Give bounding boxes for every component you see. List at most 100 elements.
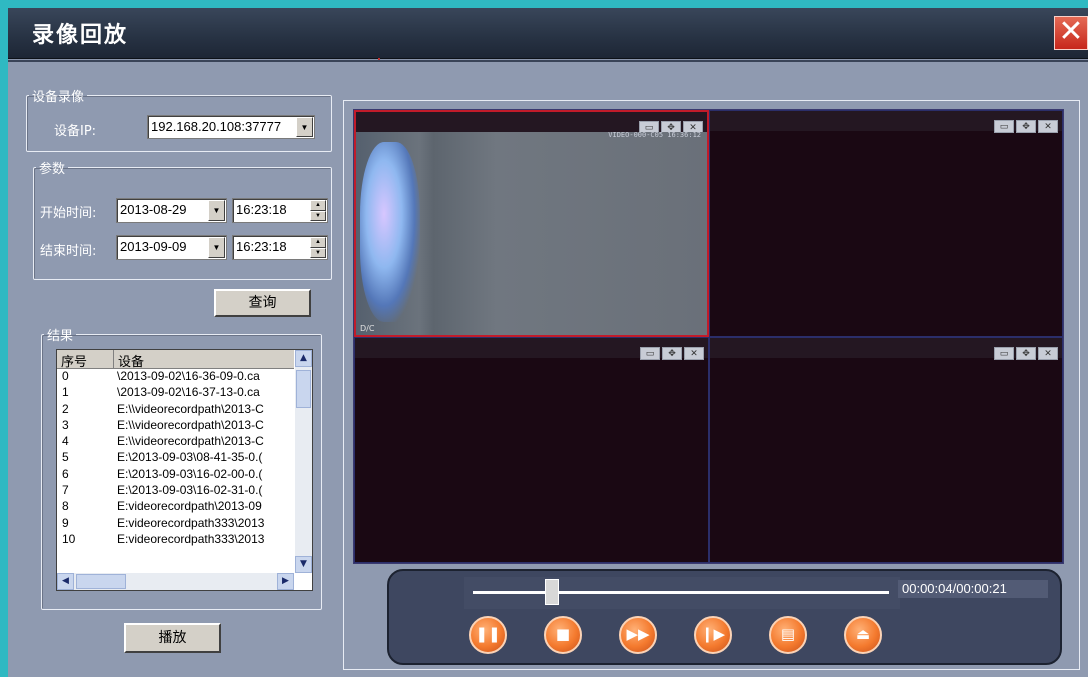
close-icon: ✕ (1058, 14, 1084, 49)
column-header-index[interactable]: 序号 (61, 351, 87, 370)
playback-window: 录像回放 ✕ 设备录像 设备IP: 192.168.20.108:37777 ▼… (8, 8, 1088, 677)
device-group-legend: 设备录像 (32, 90, 85, 105)
row-device: E:videorecordpath333\2013 (117, 515, 265, 530)
column-header-device[interactable]: 设备 (113, 350, 144, 370)
close-button[interactable]: ✕ (1054, 16, 1088, 50)
seek-thumb[interactable] (545, 579, 560, 605)
list-item[interactable]: 1 \2013-09-02\16-37-13-0.ca (57, 385, 294, 401)
device-ip-select[interactable]: 192.168.20.108:37777 ▼ (147, 115, 315, 139)
spin-up-icon[interactable]: ▲ (310, 200, 326, 211)
video-cell-2[interactable]: ▭ ✥ ✕ (709, 110, 1063, 337)
chevron-down-icon[interactable]: ▼ (208, 200, 225, 221)
row-index: 4 (62, 434, 69, 449)
hscroll-thumb[interactable] (76, 574, 126, 589)
list-item[interactable]: 4 E:\\videorecordpath\2013-C (57, 434, 294, 450)
window-title: 录像回放 (32, 23, 129, 48)
list-item[interactable]: 6 E:\2013-09-03\16-02-00-0.( (57, 467, 294, 483)
spin-up-icon[interactable]: ▲ (310, 237, 326, 248)
start-date-picker[interactable]: 2013-08-29 ▼ (116, 198, 227, 223)
row-index: 8 (62, 499, 69, 514)
start-time-spin[interactable]: ▲ ▼ (310, 200, 326, 221)
list-item[interactable]: 8 E:videorecordpath\2013-09 (57, 499, 294, 515)
chevron-down-icon[interactable]: ▼ (296, 117, 313, 137)
scroll-right-icon[interactable]: ▶ (277, 573, 294, 590)
list-item[interactable]: 0 \2013-09-02\16-36-09-0.ca (57, 369, 294, 385)
cell-toolbar: ▭ ✥ ✕ (355, 338, 708, 360)
start-time-value: 16:23:18 (236, 202, 287, 217)
row-index: 2 (62, 401, 69, 416)
video-panel: ▭ ✥ ✕ VIDEO-000-C05 16:36:12 D/C ▭ ✥ ✕ ▭… (343, 100, 1080, 670)
list-item[interactable]: 5 E:\2013-09-03\08-41-35-0.( (57, 450, 294, 466)
results-list[interactable]: 序号 设备 0 \2013-09-02\16-36-09-0.ca 1 \2013-0… (56, 349, 313, 591)
row-device: E:\\videorecordpath\2013-C (117, 434, 264, 449)
row-index: 10 (62, 531, 76, 546)
spin-down-icon[interactable]: ▼ (310, 210, 326, 221)
row-device: E:\2013-09-03\16-02-31-0.( (117, 483, 263, 498)
list-item[interactable]: 2 E:\\videorecordpath\2013-C (57, 402, 294, 418)
pause-icon: ❚❚ (475, 625, 501, 643)
scroll-left-icon[interactable]: ◀ (57, 573, 74, 590)
end-date-picker[interactable]: 2013-09-09 ▼ (116, 235, 227, 260)
record-icon[interactable]: ▭ (994, 120, 1014, 133)
device-ip-value: 192.168.20.108:37777 (151, 119, 282, 134)
start-time-spinner[interactable]: 16:23:18 ▲ ▼ (232, 198, 328, 223)
record-icon[interactable]: ▭ (994, 347, 1014, 360)
row-index: 7 (62, 483, 69, 498)
chevron-down-icon[interactable]: ▼ (208, 237, 225, 258)
row-device: \2013-09-02\16-36-09-0.ca (117, 369, 260, 383)
video-cell-3[interactable]: ▭ ✥ ✕ (354, 337, 709, 563)
scroll-down-icon[interactable]: ▼ (295, 556, 312, 573)
end-time-spin[interactable]: ▲ ▼ (310, 237, 326, 258)
fullscreen-icon[interactable]: ✥ (1016, 347, 1036, 360)
scroll-up-icon[interactable]: ▲ (295, 350, 312, 367)
start-time-label: 开始时间: (40, 206, 97, 221)
row-index: 9 (62, 515, 69, 530)
spin-down-icon[interactable]: ▼ (310, 247, 326, 258)
stop-icon: ■ (555, 625, 571, 643)
fullscreen-icon[interactable]: ✥ (662, 347, 682, 360)
record-icon[interactable]: ▭ (640, 347, 660, 360)
title-bar: 录像回放 ✕ (8, 8, 1088, 59)
stop-button[interactable]: ■ (544, 616, 582, 654)
horizontal-scrollbar[interactable]: ◀ ▶ (57, 573, 294, 590)
close-icon[interactable]: ✕ (1038, 120, 1058, 133)
row-device: E:\2013-09-03\16-02-00-0.( (117, 466, 263, 481)
fast-forward-icon: ▶▶ (626, 625, 650, 643)
player-controls: 00:00:04/00:00:21 ❚❚ ■ ▶▶ ❙▶ ▤ ⏏ (387, 569, 1062, 665)
list-item[interactable]: 7 E:\2013-09-03\16-02-31-0.( (57, 483, 294, 499)
row-device: E:videorecordpath333\2013 (117, 531, 265, 546)
step-forward-icon: ❙▶ (700, 625, 726, 643)
cell-toolbar: ▭ ✥ ✕ (710, 338, 1062, 360)
row-index: 1 (62, 385, 69, 400)
video-corner-text: D/C (360, 324, 375, 333)
list-rows: 0 \2013-09-02\16-36-09-0.ca 1 \2013-09-02\1… (57, 369, 294, 548)
fast-forward-button[interactable]: ▶▶ (619, 616, 657, 654)
eject-button[interactable]: ⏏ (844, 616, 882, 654)
end-time-spinner[interactable]: 16:23:18 ▲ ▼ (232, 235, 328, 260)
list-item[interactable]: 9 E:videorecordpath333\2013 (57, 516, 294, 532)
pause-button[interactable]: ❚❚ (469, 616, 507, 654)
seek-bar[interactable] (473, 591, 889, 594)
vertical-scrollbar[interactable]: ▲ ▼ (295, 350, 312, 573)
play-button[interactable]: 播放 (124, 623, 221, 653)
video-blob (360, 142, 420, 322)
end-time-value: 16:23:18 (236, 239, 287, 254)
snapshot-button[interactable]: ▤ (769, 616, 807, 654)
scroll-thumb[interactable] (296, 370, 311, 408)
row-device: E:\2013-09-03\08-41-35-0.( (117, 450, 263, 465)
video-frame: VIDEO-000-C05 16:36:12 D/C (356, 131, 707, 335)
close-icon[interactable]: ✕ (1038, 347, 1058, 360)
fullscreen-icon[interactable]: ✥ (1016, 120, 1036, 133)
video-cell-1[interactable]: ▭ ✥ ✕ VIDEO-000-C05 16:36:12 D/C (354, 110, 709, 337)
video-overlay-text: VIDEO-000-C05 16:36:12 (608, 131, 701, 139)
list-item[interactable]: 3 E:\\videorecordpath\2013-C (57, 418, 294, 434)
video-cell-4[interactable]: ▭ ✥ ✕ (709, 337, 1063, 563)
query-button[interactable]: 查询 (214, 289, 311, 317)
close-icon[interactable]: ✕ (684, 347, 704, 360)
params-group-legend: 参数 (39, 162, 66, 177)
client-area: 设备录像 设备IP: 192.168.20.108:37777 ▼ 参数 开始时… (8, 60, 1088, 677)
step-forward-button[interactable]: ❙▶ (694, 616, 732, 654)
snapshot-icon: ▤ (780, 625, 796, 643)
video-grid: ▭ ✥ ✕ VIDEO-000-C05 16:36:12 D/C ▭ ✥ ✕ ▭… (353, 109, 1064, 564)
list-item[interactable]: 10 E:videorecordpath333\2013 (57, 532, 294, 548)
